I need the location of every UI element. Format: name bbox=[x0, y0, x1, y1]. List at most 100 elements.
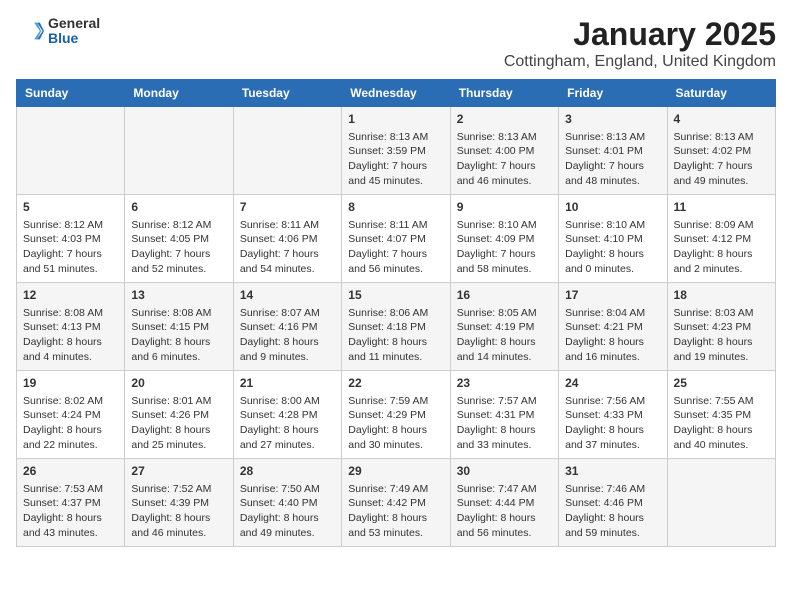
day-info: Sunrise: 7:47 AM Sunset: 4:44 PM Dayligh… bbox=[457, 482, 552, 541]
day-info: Sunrise: 7:59 AM Sunset: 4:29 PM Dayligh… bbox=[348, 394, 443, 453]
calendar-table: SundayMondayTuesdayWednesdayThursdayFrid… bbox=[16, 79, 776, 547]
week-row-3: 19 Sunrise: 8:02 AM Sunset: 4:24 PM Dayli… bbox=[17, 371, 776, 459]
day-number: 1 bbox=[348, 111, 443, 128]
week-row-0: 1Sunrise: 8:13 AM Sunset: 3:59 PM Daylig… bbox=[17, 107, 776, 195]
day-number: 8 bbox=[348, 199, 443, 216]
day-number: 13 bbox=[131, 287, 226, 304]
day-number: 2 bbox=[457, 111, 552, 128]
day-info: Sunrise: 8:01 AM Sunset: 4:26 PM Dayligh… bbox=[131, 394, 226, 453]
weekday-friday: Friday bbox=[559, 80, 667, 107]
calendar-cell: 10 Sunrise: 8:10 AM Sunset: 4:10 PM Dayli… bbox=[559, 195, 667, 283]
day-info: Sunrise: 8:13 AM Sunset: 4:01 PM Dayligh… bbox=[565, 130, 660, 189]
calendar-cell: 19 Sunrise: 8:02 AM Sunset: 4:24 PM Dayli… bbox=[17, 371, 125, 459]
calendar-cell: 25 Sunrise: 7:55 AM Sunset: 4:35 PM Dayli… bbox=[667, 371, 775, 459]
day-info: Sunrise: 8:09 AM Sunset: 4:12 PM Dayligh… bbox=[674, 218, 769, 277]
calendar-cell: 27 Sunrise: 7:52 AM Sunset: 4:39 PM Dayli… bbox=[125, 459, 233, 547]
day-info: Sunrise: 8:07 AM Sunset: 4:16 PM Dayligh… bbox=[240, 306, 335, 365]
day-info: Sunrise: 7:49 AM Sunset: 4:42 PM Dayligh… bbox=[348, 482, 443, 541]
day-number: 30 bbox=[457, 463, 552, 480]
weekday-thursday: Thursday bbox=[450, 80, 558, 107]
day-number: 10 bbox=[565, 199, 660, 216]
logo-text: General Blue bbox=[48, 16, 100, 47]
day-info: Sunrise: 7:56 AM Sunset: 4:33 PM Dayligh… bbox=[565, 394, 660, 453]
calendar-cell bbox=[233, 107, 341, 195]
calendar-cell: 14 Sunrise: 8:07 AM Sunset: 4:16 PM Dayli… bbox=[233, 283, 341, 371]
day-info: Sunrise: 8:08 AM Sunset: 4:15 PM Dayligh… bbox=[131, 306, 226, 365]
calendar-cell bbox=[125, 107, 233, 195]
logo-blue: Blue bbox=[48, 31, 100, 46]
weekday-saturday: Saturday bbox=[667, 80, 775, 107]
day-number: 25 bbox=[674, 375, 769, 392]
title-block: January 2025 Cottingham, England, United… bbox=[504, 16, 776, 71]
calendar-cell: 9Sunrise: 8:10 AM Sunset: 4:09 PM Daylig… bbox=[450, 195, 558, 283]
calendar-cell: 11 Sunrise: 8:09 AM Sunset: 4:12 PM Dayli… bbox=[667, 195, 775, 283]
day-number: 4 bbox=[674, 111, 769, 128]
calendar-cell: 20 Sunrise: 8:01 AM Sunset: 4:26 PM Dayli… bbox=[125, 371, 233, 459]
weekday-sunday: Sunday bbox=[17, 80, 125, 107]
calendar-cell bbox=[17, 107, 125, 195]
day-number: 7 bbox=[240, 199, 335, 216]
day-number: 3 bbox=[565, 111, 660, 128]
day-number: 31 bbox=[565, 463, 660, 480]
day-number: 20 bbox=[131, 375, 226, 392]
day-info: Sunrise: 7:57 AM Sunset: 4:31 PM Dayligh… bbox=[457, 394, 552, 453]
calendar-cell: 26 Sunrise: 7:53 AM Sunset: 4:37 PM Dayli… bbox=[17, 459, 125, 547]
logo: General Blue bbox=[16, 16, 100, 47]
calendar-cell: 21Sunrise: 8:00 AM Sunset: 4:28 PM Dayli… bbox=[233, 371, 341, 459]
week-row-1: 5 Sunrise: 8:12 AM Sunset: 4:03 PM Daylig… bbox=[17, 195, 776, 283]
day-number: 11 bbox=[674, 199, 769, 216]
calendar-cell: 30 Sunrise: 7:47 AM Sunset: 4:44 PM Dayli… bbox=[450, 459, 558, 547]
calendar-cell: 12 Sunrise: 8:08 AM Sunset: 4:13 PM Dayli… bbox=[17, 283, 125, 371]
day-info: Sunrise: 8:12 AM Sunset: 4:05 PM Dayligh… bbox=[131, 218, 226, 277]
day-number: 26 bbox=[23, 463, 118, 480]
day-info: Sunrise: 8:13 AM Sunset: 4:02 PM Dayligh… bbox=[674, 130, 769, 189]
day-number: 14 bbox=[240, 287, 335, 304]
calendar-cell: 18Sunrise: 8:03 AM Sunset: 4:23 PM Dayli… bbox=[667, 283, 775, 371]
day-number: 15 bbox=[348, 287, 443, 304]
day-number: 12 bbox=[23, 287, 118, 304]
day-number: 23 bbox=[457, 375, 552, 392]
day-info: Sunrise: 7:50 AM Sunset: 4:40 PM Dayligh… bbox=[240, 482, 335, 541]
calendar-cell: 6 Sunrise: 8:12 AM Sunset: 4:05 PM Daylig… bbox=[125, 195, 233, 283]
day-info: Sunrise: 8:08 AM Sunset: 4:13 PM Dayligh… bbox=[23, 306, 118, 365]
calendar-cell: 29Sunrise: 7:49 AM Sunset: 4:42 PM Dayli… bbox=[342, 459, 450, 547]
day-info: Sunrise: 8:02 AM Sunset: 4:24 PM Dayligh… bbox=[23, 394, 118, 453]
calendar-cell: 2 Sunrise: 8:13 AM Sunset: 4:00 PM Daylig… bbox=[450, 107, 558, 195]
day-info: Sunrise: 7:46 AM Sunset: 4:46 PM Dayligh… bbox=[565, 482, 660, 541]
calendar-body: 1Sunrise: 8:13 AM Sunset: 3:59 PM Daylig… bbox=[17, 107, 776, 547]
calendar-cell: 24Sunrise: 7:56 AM Sunset: 4:33 PM Dayli… bbox=[559, 371, 667, 459]
day-number: 19 bbox=[23, 375, 118, 392]
day-info: Sunrise: 7:55 AM Sunset: 4:35 PM Dayligh… bbox=[674, 394, 769, 453]
day-number: 21 bbox=[240, 375, 335, 392]
day-info: Sunrise: 7:52 AM Sunset: 4:39 PM Dayligh… bbox=[131, 482, 226, 541]
day-info: Sunrise: 8:06 AM Sunset: 4:18 PM Dayligh… bbox=[348, 306, 443, 365]
day-info: Sunrise: 7:53 AM Sunset: 4:37 PM Dayligh… bbox=[23, 482, 118, 541]
calendar-cell: 13 Sunrise: 8:08 AM Sunset: 4:15 PM Dayli… bbox=[125, 283, 233, 371]
calendar-cell: 4 Sunrise: 8:13 AM Sunset: 4:02 PM Daylig… bbox=[667, 107, 775, 195]
calendar-cell: 15 Sunrise: 8:06 AM Sunset: 4:18 PM Dayli… bbox=[342, 283, 450, 371]
day-number: 17 bbox=[565, 287, 660, 304]
day-info: Sunrise: 8:11 AM Sunset: 4:06 PM Dayligh… bbox=[240, 218, 335, 277]
day-number: 5 bbox=[23, 199, 118, 216]
day-info: Sunrise: 8:04 AM Sunset: 4:21 PM Dayligh… bbox=[565, 306, 660, 365]
logo-general: General bbox=[48, 16, 100, 31]
weekday-tuesday: Tuesday bbox=[233, 80, 341, 107]
calendar-cell: 3 Sunrise: 8:13 AM Sunset: 4:01 PM Daylig… bbox=[559, 107, 667, 195]
calendar-cell: 22Sunrise: 7:59 AM Sunset: 4:29 PM Dayli… bbox=[342, 371, 450, 459]
calendar-cell: 8 Sunrise: 8:11 AM Sunset: 4:07 PM Daylig… bbox=[342, 195, 450, 283]
weekday-header-row: SundayMondayTuesdayWednesdayThursdayFrid… bbox=[17, 80, 776, 107]
day-info: Sunrise: 8:13 AM Sunset: 4:00 PM Dayligh… bbox=[457, 130, 552, 189]
day-info: Sunrise: 8:11 AM Sunset: 4:07 PM Dayligh… bbox=[348, 218, 443, 277]
calendar-subtitle: Cottingham, England, United Kingdom bbox=[504, 53, 776, 71]
calendar-cell: 28 Sunrise: 7:50 AM Sunset: 4:40 PM Dayli… bbox=[233, 459, 341, 547]
weekday-wednesday: Wednesday bbox=[342, 80, 450, 107]
day-info: Sunrise: 8:12 AM Sunset: 4:03 PM Dayligh… bbox=[23, 218, 118, 277]
page-header: General Blue January 2025 Cottingham, En… bbox=[16, 16, 776, 71]
day-info: Sunrise: 8:03 AM Sunset: 4:23 PM Dayligh… bbox=[674, 306, 769, 365]
day-info: Sunrise: 8:10 AM Sunset: 4:10 PM Dayligh… bbox=[565, 218, 660, 277]
day-number: 9 bbox=[457, 199, 552, 216]
weekday-monday: Monday bbox=[125, 80, 233, 107]
day-number: 27 bbox=[131, 463, 226, 480]
day-number: 6 bbox=[131, 199, 226, 216]
day-number: 28 bbox=[240, 463, 335, 480]
